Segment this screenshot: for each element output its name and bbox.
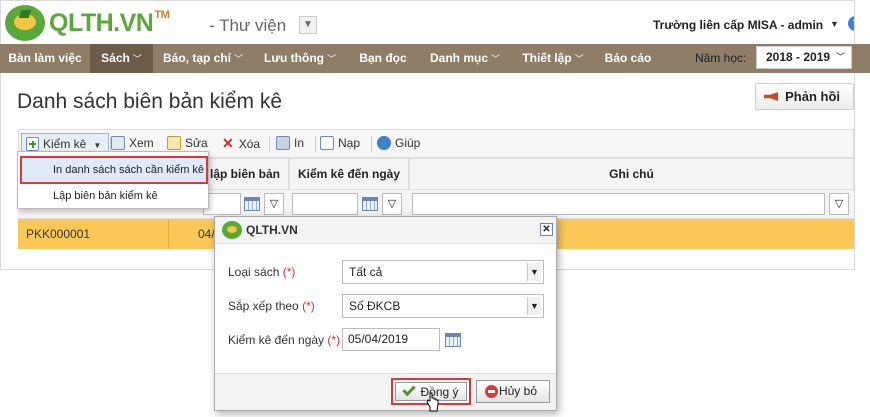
help-circle-icon [377,136,391,150]
megaphone-icon [764,92,778,101]
filter-icon[interactable]: ▽ [382,193,402,215]
menu-item-1[interactable]: Sách ﹀ [90,44,153,73]
cancel-icon [485,385,498,398]
toolbar-separator [315,136,316,152]
kiemke-dropdown-menu: In danh sách sách cần kiểm kê Lập biên b… [17,151,209,209]
sort-by-label: Sắp xếp theo (*) [228,299,315,313]
menu-item-6[interactable]: Thiết lập ﹀ [511,44,595,73]
view-icon [111,136,125,150]
column-header-note[interactable]: Ghi chú [409,158,854,190]
chevron-down-icon: ﹀ [132,54,142,64]
filter-icon[interactable]: ▽ [829,193,849,215]
book-type-label: Loại sách (*) [228,265,296,279]
user-menu-caret-icon[interactable]: ▼ [830,19,839,29]
logo[interactable]: QLTH.VNTM [5,5,170,41]
inventory-date-filter-input[interactable] [292,193,358,215]
calendar-icon[interactable] [244,197,260,211]
cell-divider [168,219,169,249]
chevron-down-icon: ▼ [527,297,541,315]
chevron-down-icon: ﹀ [326,54,336,64]
chevron-down-icon: ▼ [527,263,541,281]
inventory-date-input[interactable]: 05/04/2019 [342,328,440,351]
menu-item-3[interactable]: Lưu thông ﹀ [253,44,347,73]
menu-item-4[interactable]: Bạn đọc [347,44,419,73]
column-header-inventory-date[interactable]: Kiểm kê đến ngày [289,158,409,190]
module-name: - Thư viện [209,16,287,35]
help-button[interactable]: Giúp [377,130,420,157]
note-filter-input[interactable] [412,193,825,215]
chevron-down-icon: ﹀ [491,54,501,64]
logo-text: QLTH.VNTM [49,8,170,37]
school-year-label: Năm học: [695,51,747,65]
book-type-select[interactable]: Tất cả ▼ [342,260,544,284]
edit-pencil-icon [167,136,181,150]
app-header: QLTH.VNTM - Thư viện ▼ Trường liên cấp M… [1,1,854,45]
school-user-label[interactable]: Trường liên cấp MISA - admin [653,18,823,32]
toolbar-separator [371,136,372,152]
load-button[interactable]: Nạp [320,130,360,157]
app-logo-icon [222,221,242,239]
logo-graduation-cap-icon [5,5,45,41]
dialog-header: QLTH.VN ✕ [215,217,556,244]
chevron-down-icon: ﹀ [234,54,244,64]
cancel-button[interactable]: Hủy bỏ [476,380,550,403]
delete-x-icon: ✕ [222,135,234,151]
calendar-icon[interactable] [362,197,378,211]
dialog-title: QLTH.VN [246,223,298,237]
module-switch-chevron-icon[interactable]: ▼ [299,16,317,34]
delete-button[interactable]: ✕ Xóa [222,130,260,157]
printer-icon [276,136,290,150]
help-icon[interactable]: ? [848,16,854,31]
sort-by-select[interactable]: Số ĐKCB ▼ [342,294,544,318]
filter-icon[interactable]: ▽ [264,193,284,215]
toolbar-separator [269,136,270,152]
menu-item-create-inventory-record[interactable]: Lập biên bản kiểm kê [22,184,206,208]
menu-item-5[interactable]: Danh mục ﹀ [419,44,511,73]
dialog-footer: Đồng ý Hủy bỏ [215,373,556,410]
menu-item-7[interactable]: Báo cáo [595,44,661,73]
close-icon[interactable]: ✕ [540,223,553,236]
feedback-button[interactable]: Phản hồi [755,83,854,110]
chevron-down-icon: ﹀ [835,52,845,62]
menu-item-print-inventory-list[interactable]: In danh sách sách cần kiểm kê [20,156,208,184]
inventory-date-label: Kiểm kê đến ngày (*) [228,333,341,347]
add-document-icon [26,137,39,151]
print-button[interactable]: In [276,130,304,157]
print-options-dialog: QLTH.VN ✕ Loại sách (*) Tất cả ▼ Sắp xếp … [214,216,557,411]
record-code-cell: PKK000001 [26,227,91,241]
menu-item-0[interactable]: Bàn làm việc [0,44,90,73]
chevron-down-icon: ﹀ [574,54,584,64]
load-document-icon [320,136,334,150]
record-date-cell: 04/ [198,227,215,241]
menu-item-2[interactable]: Báo, tạp chí ﹀ [153,44,253,73]
calendar-icon[interactable] [445,333,461,347]
hand-cursor-icon [426,392,439,412]
page-title: Danh sách biên bản kiểm kê [17,90,282,113]
checkmark-icon [402,382,417,397]
school-year-select[interactable]: 2018 - 2019 ﹀ [756,46,852,69]
